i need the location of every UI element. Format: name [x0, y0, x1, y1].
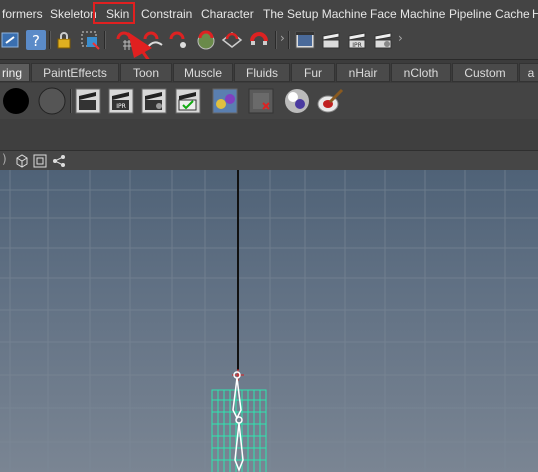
- menu-deformers[interactable]: formers: [2, 0, 43, 27]
- black-material-icon[interactable]: [2, 87, 30, 115]
- toolbar-separator: [275, 31, 277, 49]
- menu-bar: formers Skeleton Skin Constrain Characte…: [0, 0, 538, 27]
- viewport-scene: [0, 170, 538, 472]
- isolate-select-icon[interactable]: [32, 153, 48, 169]
- menu-skeleton[interactable]: Skeleton: [50, 0, 97, 27]
- tab-more[interactable]: a: [519, 63, 538, 82]
- hypershade-icon[interactable]: [211, 87, 239, 115]
- render-settings-icon[interactable]: [372, 29, 394, 51]
- shelf-separator: [70, 89, 72, 113]
- tab-ncloth[interactable]: nCloth: [391, 63, 451, 82]
- render-layer-disabled-icon[interactable]: [247, 87, 275, 115]
- menu-setup-machine[interactable]: The Setup Machine: [263, 0, 367, 27]
- menu-constrain[interactable]: Constrain: [141, 0, 192, 27]
- render-view-icon[interactable]: [294, 29, 316, 51]
- render-clapper-icon[interactable]: [74, 87, 102, 115]
- toolbar-separator: [49, 31, 51, 49]
- svg-text:IPR: IPR: [116, 103, 126, 110]
- select-by-hierarchy-icon[interactable]: [0, 29, 22, 51]
- svg-text:?: ?: [32, 32, 40, 50]
- make-live-icon[interactable]: [248, 29, 270, 51]
- toolbar-expand-arrow-icon[interactable]: ›: [398, 31, 403, 45]
- skin-menu-highlight-box: [93, 2, 135, 24]
- tab-custom[interactable]: Custom: [452, 63, 518, 82]
- toolbar-collapse-arrow-icon[interactable]: ›: [280, 31, 285, 45]
- select-component-icon[interactable]: [79, 29, 101, 51]
- tab-nhair[interactable]: nHair: [336, 63, 390, 82]
- menu-more[interactable]: H: [532, 0, 538, 27]
- light-sphere-icon[interactable]: [283, 87, 311, 115]
- lock-selection-icon[interactable]: [53, 29, 75, 51]
- shelf: IPR: [0, 83, 538, 120]
- render-globals-checkbox-icon[interactable]: [174, 87, 202, 115]
- snap-view-plane-icon[interactable]: [221, 29, 243, 51]
- render-clapper-ipr-icon[interactable]: IPR: [107, 87, 135, 115]
- ipr-render-icon[interactable]: IPR: [346, 29, 368, 51]
- menu-character[interactable]: Character: [201, 0, 254, 27]
- menu-pipeline-cache[interactable]: Pipeline Cache: [449, 0, 530, 27]
- perspective-viewport[interactable]: [0, 170, 538, 472]
- panel-toolbar-expand-icon[interactable]: ): [2, 152, 7, 166]
- panel-toolbar: ): [0, 150, 538, 171]
- tab-fur[interactable]: Fur: [291, 63, 335, 82]
- toolbar-separator: [288, 31, 290, 49]
- menu-face-machine[interactable]: Face Machine: [370, 0, 445, 27]
- shelf-tabs: ring PaintEffects Toon Muscle Fluids Fur…: [0, 59, 538, 84]
- help-query-icon[interactable]: ?: [25, 29, 47, 51]
- tab-fluids[interactable]: Fluids: [234, 63, 290, 82]
- gray-material-icon[interactable]: [38, 87, 66, 115]
- tab-muscle[interactable]: Muscle: [173, 63, 233, 82]
- panel-menu-area: [0, 119, 538, 150]
- tab-toon[interactable]: Toon: [120, 63, 172, 82]
- tab-rendering[interactable]: ring: [0, 63, 30, 82]
- render-current-icon[interactable]: [320, 29, 342, 51]
- status-line-toolbar: ? › IPR ›: [0, 27, 538, 54]
- svg-text:IPR: IPR: [352, 42, 362, 49]
- joint-chain[interactable]: [211, 371, 267, 472]
- tab-painteffects[interactable]: PaintEffects: [31, 63, 119, 82]
- paint-brush-icon[interactable]: [316, 87, 344, 115]
- wireframe-cube-icon[interactable]: [14, 153, 30, 169]
- render-settings-clapper-icon[interactable]: [140, 87, 168, 115]
- share-nodes-icon[interactable]: [51, 153, 67, 169]
